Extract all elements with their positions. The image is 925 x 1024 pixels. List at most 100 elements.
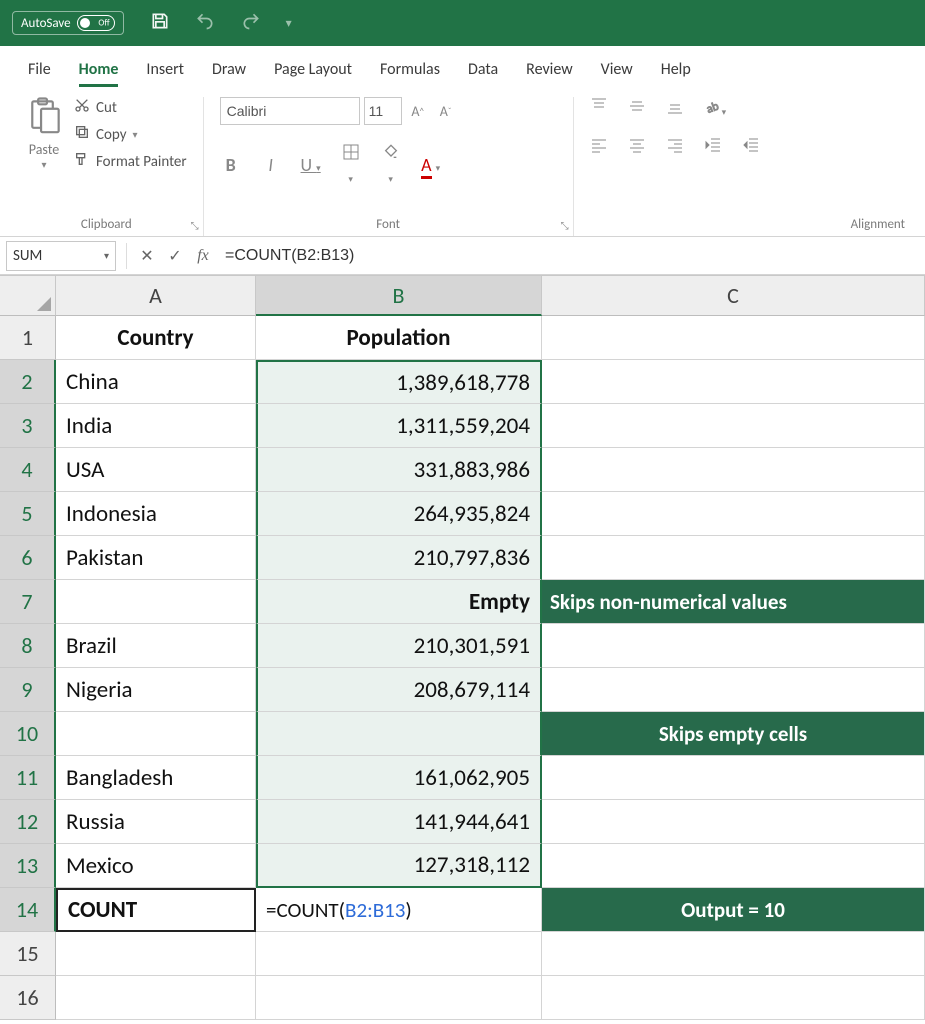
copy-dropdown-icon[interactable]: ▾ [133,128,138,141]
row-header-5[interactable]: 5 [0,492,56,536]
font-color-button[interactable]: A ▾ [420,154,442,176]
tab-data[interactable]: Data [454,54,512,89]
copy-button[interactable]: Copy ▾ [74,124,187,145]
column-header-C[interactable]: C [542,276,925,316]
undo-icon[interactable] [194,11,216,36]
cell-A11[interactable]: Bangladesh [56,756,256,800]
row-header-15[interactable]: 15 [0,932,56,976]
decrease-indent-button[interactable] [704,136,722,159]
cell-C3[interactable] [542,404,925,448]
cancel-formula-button[interactable]: ✕ [133,246,161,266]
row-header-4[interactable]: 4 [0,448,56,492]
cell-C8[interactable] [542,624,925,668]
cell-C14[interactable]: Output = 10 [542,888,925,932]
row-header-3[interactable]: 3 [0,404,56,448]
row-header-16[interactable]: 16 [0,976,56,1020]
cell-B8[interactable]: 210,301,591 [256,624,542,668]
customize-qat-icon[interactable]: ▾ [286,16,292,31]
cell-B5[interactable]: 264,935,824 [256,492,542,536]
enter-formula-button[interactable]: ✓ [161,246,189,266]
paste-dropdown-icon[interactable]: ▾ [41,158,46,171]
tab-page-layout[interactable]: Page Layout [260,54,366,89]
cell-C10[interactable]: Skips empty cells [542,712,925,756]
cell-B3[interactable]: 1,311,559,204 [256,404,542,448]
orientation-button[interactable]: ab▾ [704,97,727,120]
cell-A10[interactable] [56,712,256,756]
cell-B1[interactable]: Population [256,316,542,360]
cell-B7[interactable]: Empty [256,580,542,624]
cell-A2[interactable]: China [56,360,256,404]
tab-draw[interactable]: Draw [198,54,260,89]
row-header-8[interactable]: 8 [0,624,56,668]
paste-button[interactable]: Paste ▾ [26,97,62,171]
cell-A1[interactable]: Country [56,316,256,360]
cell-A6[interactable]: Pakistan [56,536,256,580]
cell-A5[interactable]: Indonesia [56,492,256,536]
cell-C16[interactable] [542,976,925,1020]
cell-C9[interactable] [542,668,925,712]
align-middle-button[interactable] [628,97,646,120]
align-left-button[interactable] [590,136,608,159]
row-header-9[interactable]: 9 [0,668,56,712]
font-name-input[interactable] [220,97,360,125]
cell-C6[interactable] [542,536,925,580]
tab-view[interactable]: View [587,54,647,89]
cut-button[interactable]: Cut [74,97,187,118]
cell-A9[interactable]: Nigeria [56,668,256,712]
column-header-A[interactable]: A [56,276,256,316]
autosave-toggle[interactable]: AutoSave Off [12,11,124,35]
insert-function-button[interactable]: fx [189,247,217,265]
align-center-button[interactable] [628,136,646,159]
tab-review[interactable]: Review [512,54,587,89]
tab-home[interactable]: Home [65,54,133,89]
cell-A13[interactable]: Mexico [56,844,256,888]
row-header-2[interactable]: 2 [0,360,56,404]
tab-file[interactable]: File [14,54,65,89]
cell-A14[interactable]: COUNT [56,888,256,932]
format-painter-button[interactable]: Format Painter [74,151,187,172]
align-bottom-button[interactable] [666,97,684,120]
cell-B4[interactable]: 331,883,986 [256,448,542,492]
cell-C7[interactable]: Skips non-numerical values [542,580,925,624]
cell-C15[interactable] [542,932,925,976]
cell-B9[interactable]: 208,679,114 [256,668,542,712]
row-header-6[interactable]: 6 [0,536,56,580]
cell-B13[interactable]: 127,318,112 [256,844,542,888]
clipboard-dialog-launcher-icon[interactable]: ⤡ [191,219,199,232]
select-all-corner[interactable] [0,276,56,316]
tab-formulas[interactable]: Formulas [366,54,454,89]
font-dialog-launcher-icon[interactable]: ⤡ [561,219,569,232]
column-header-B[interactable]: B [256,276,542,316]
cell-C5[interactable] [542,492,925,536]
cell-B12[interactable]: 141,944,641 [256,800,542,844]
row-header-10[interactable]: 10 [0,712,56,756]
cell-A8[interactable]: Brazil [56,624,256,668]
cell-A7[interactable] [56,580,256,624]
cell-C1[interactable] [542,316,925,360]
cell-B15[interactable] [256,932,542,976]
row-header-14[interactable]: 14 [0,888,56,932]
name-box-dropdown-icon[interactable]: ▾ [104,249,109,262]
name-box[interactable]: SUM ▾ [6,241,116,271]
cell-A15[interactable] [56,932,256,976]
row-header-11[interactable]: 11 [0,756,56,800]
cell-C12[interactable] [542,800,925,844]
row-header-12[interactable]: 12 [0,800,56,844]
cell-A12[interactable]: Russia [56,800,256,844]
row-header-13[interactable]: 13 [0,844,56,888]
cell-C4[interactable] [542,448,925,492]
toggle-switch[interactable]: Off [77,15,115,31]
redo-icon[interactable] [240,11,262,36]
increase-font-size-button[interactable]: A^ [406,97,430,125]
cell-B6[interactable]: 210,797,836 [256,536,542,580]
cell-C2[interactable] [542,360,925,404]
cell-B11[interactable]: 161,062,905 [256,756,542,800]
cell-C13[interactable] [542,844,925,888]
cell-C11[interactable] [542,756,925,800]
cell-B2[interactable]: 1,389,618,778 [256,360,542,404]
cell-B16[interactable] [256,976,542,1020]
tab-help[interactable]: Help [647,54,705,89]
cell-A3[interactable]: India [56,404,256,448]
decrease-font-size-button[interactable]: Aˇ [434,97,458,125]
cell-A16[interactable] [56,976,256,1020]
